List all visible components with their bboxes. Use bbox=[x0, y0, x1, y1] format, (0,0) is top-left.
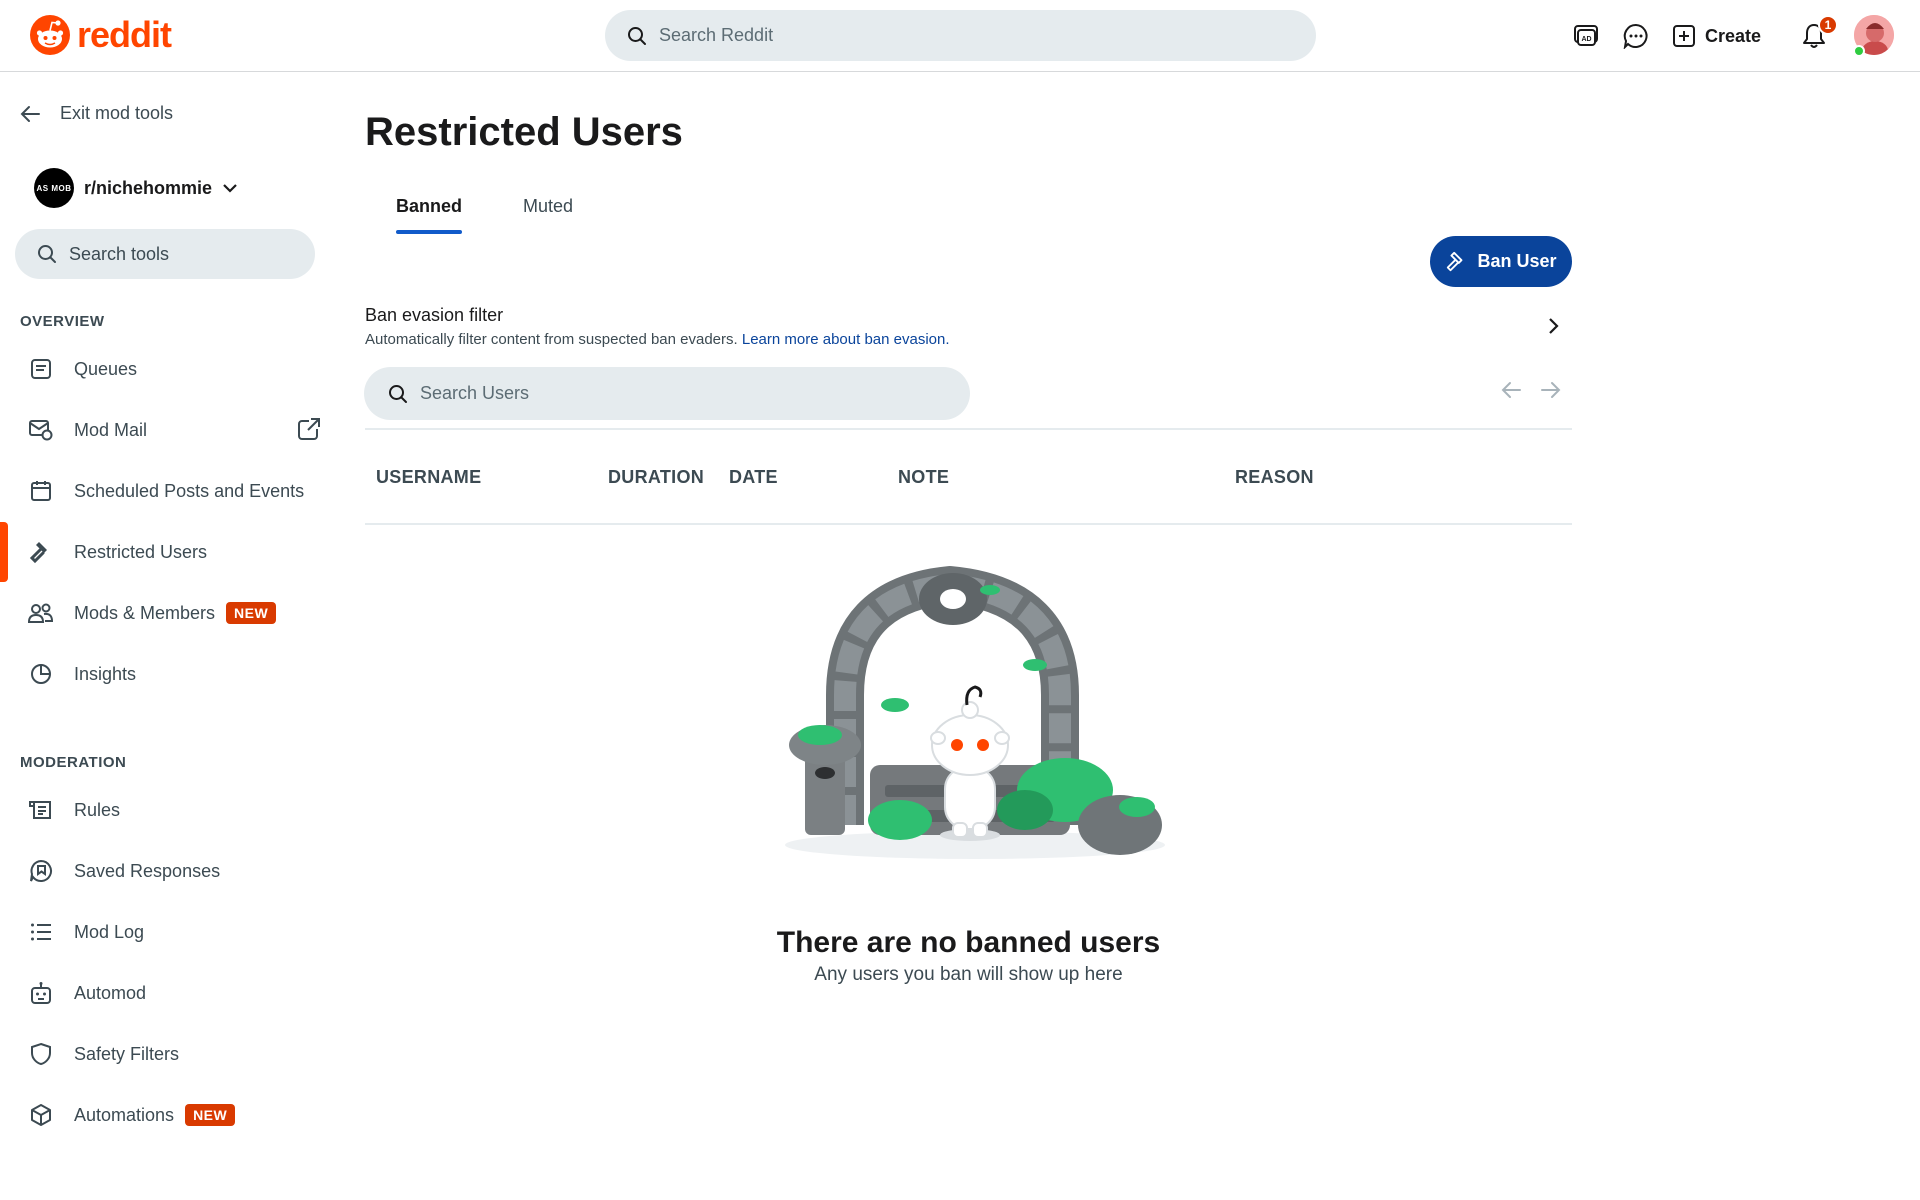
search-icon bbox=[389, 384, 407, 403]
previous-page-arrow-icon[interactable] bbox=[1497, 376, 1525, 404]
tab-muted[interactable]: Muted bbox=[523, 196, 573, 217]
chevron-down-icon bbox=[223, 184, 237, 193]
advertise-icon[interactable]: AD bbox=[1570, 20, 1602, 52]
new-badge: NEW bbox=[226, 602, 277, 624]
sidebar-item-automations[interactable]: Automations NEW bbox=[0, 1085, 345, 1145]
cube-icon bbox=[28, 1102, 54, 1128]
empty-state-illustration bbox=[785, 566, 1165, 859]
sidebar-item-label: Automations bbox=[74, 1104, 175, 1125]
exit-mod-tools-link[interactable]: Exit mod tools bbox=[20, 103, 173, 124]
column-header-date: DATE bbox=[729, 467, 778, 487]
top-header: reddit AD Create 1 bbox=[0, 0, 1920, 72]
sidebar-item-mod-log[interactable]: Mod Log bbox=[0, 902, 345, 962]
search-users-input[interactable] bbox=[420, 383, 940, 404]
rules-icon bbox=[28, 797, 54, 823]
table-top-divider bbox=[365, 428, 1572, 430]
sidebar-item-label: Saved Responses bbox=[74, 860, 221, 881]
sidebar-item-label: Mod Log bbox=[74, 921, 145, 942]
page-title: Restricted Users bbox=[365, 110, 683, 154]
column-header-reason: REASON bbox=[1235, 467, 1314, 487]
robot-icon bbox=[28, 980, 54, 1006]
hammer-icon bbox=[1447, 251, 1463, 271]
sidebar-item-queues[interactable]: Queues bbox=[0, 339, 345, 399]
search-tools-input[interactable] bbox=[69, 243, 299, 265]
learn-more-ban-evasion-link[interactable]: Learn more about ban evasion. bbox=[742, 331, 950, 348]
notification-count-badge: 1 bbox=[1818, 15, 1838, 35]
column-header-username: USERNAME bbox=[376, 467, 482, 487]
arrow-left-icon bbox=[20, 105, 40, 122]
sidebar-item-safety-filters[interactable]: Safety Filters bbox=[0, 1024, 345, 1084]
search-icon bbox=[628, 26, 646, 45]
sidebar-item-label: Mod Mail bbox=[74, 419, 148, 440]
ban-evasion-filter-row[interactable]: Ban evasion filter Automatically filter … bbox=[365, 305, 1572, 355]
list-icon bbox=[28, 919, 54, 945]
global-search-input[interactable] bbox=[659, 25, 1259, 46]
sidebar-item-label: Rules bbox=[74, 799, 121, 820]
members-icon bbox=[28, 600, 54, 626]
active-indicator bbox=[0, 522, 8, 582]
calendar-icon bbox=[28, 478, 54, 504]
community-switcher[interactable]: AS MOB r/nichehommie bbox=[34, 168, 238, 208]
overview-section-label: OVERVIEW bbox=[20, 313, 105, 330]
chevron-right-icon bbox=[1549, 318, 1559, 334]
modmail-icon bbox=[28, 417, 54, 443]
sidebar-item-label: Restricted Users bbox=[74, 541, 208, 562]
logo-wordmark: reddit bbox=[77, 14, 172, 55]
create-label: Create bbox=[1705, 25, 1762, 46]
sidebar-item-saved-responses[interactable]: Saved Responses bbox=[0, 841, 345, 901]
empty-state-title: There are no banned users bbox=[776, 926, 1161, 959]
ban-user-button[interactable]: Ban User bbox=[1430, 236, 1572, 287]
sidebar-item-rules[interactable]: Rules bbox=[0, 780, 345, 840]
empty-state-subtitle: Any users you ban will show up here bbox=[814, 964, 1123, 985]
tab-banned[interactable]: Banned bbox=[396, 196, 462, 217]
sidebar-item-label: Mods & Members bbox=[74, 602, 216, 623]
shield-icon bbox=[28, 1041, 54, 1067]
external-link-icon[interactable] bbox=[297, 417, 321, 446]
moderation-section-label: MODERATION bbox=[20, 754, 127, 771]
exit-mod-tools-label: Exit mod tools bbox=[60, 103, 174, 123]
mod-sidebar: Exit mod tools AS MOB r/nichehommie OVER… bbox=[0, 73, 345, 1200]
search-icon bbox=[38, 245, 56, 263]
active-tab-underline bbox=[396, 230, 462, 234]
saved-responses-icon bbox=[28, 858, 54, 884]
sidebar-item-mods-members[interactable]: Mods & Members NEW bbox=[0, 583, 345, 643]
ban-evasion-title: Ban evasion filter bbox=[365, 305, 504, 325]
create-plus-icon bbox=[1673, 25, 1695, 47]
create-button[interactable]: Create bbox=[1673, 16, 1761, 56]
new-badge: NEW bbox=[185, 1104, 236, 1126]
insights-icon bbox=[28, 661, 54, 687]
sidebar-item-restricted-users[interactable]: Restricted Users bbox=[0, 522, 345, 582]
next-page-arrow-icon[interactable] bbox=[1537, 376, 1565, 404]
sidebar-item-insights[interactable]: Insights bbox=[0, 644, 345, 704]
global-search-bar[interactable] bbox=[605, 10, 1316, 61]
sidebar-item-scheduled-posts[interactable]: Scheduled Posts and Events bbox=[0, 461, 345, 521]
queue-icon bbox=[28, 356, 54, 382]
ban-user-label: Ban User bbox=[1477, 251, 1557, 271]
table-header-divider bbox=[365, 523, 1572, 525]
snoo-logo-icon bbox=[30, 15, 70, 55]
column-header-duration: DURATION bbox=[608, 467, 705, 487]
reddit-logo[interactable]: reddit bbox=[29, 14, 172, 56]
sidebar-item-label: Insights bbox=[74, 663, 137, 684]
column-header-note: NOTE bbox=[898, 467, 950, 487]
sidebar-item-label: Queues bbox=[74, 358, 138, 379]
sidebar-item-automod[interactable]: Automod bbox=[0, 963, 345, 1023]
hammer-icon bbox=[28, 539, 54, 565]
sidebar-item-label: Scheduled Posts and Events bbox=[74, 480, 305, 501]
sidebar-item-label: Automod bbox=[74, 982, 147, 1003]
chat-icon[interactable] bbox=[1620, 20, 1652, 52]
sidebar-item-label: Safety Filters bbox=[74, 1043, 180, 1064]
community-name: r/nichehommie bbox=[84, 177, 213, 198]
ban-evasion-description: Automatically filter content from suspec… bbox=[365, 331, 1572, 348]
search-tools-bar[interactable] bbox=[15, 229, 315, 279]
svg-text:AD: AD bbox=[1581, 36, 1591, 43]
sidebar-item-mod-mail[interactable]: Mod Mail bbox=[0, 400, 345, 460]
ban-evasion-desc-text: Automatically filter content from suspec… bbox=[365, 331, 738, 348]
search-users-bar[interactable] bbox=[364, 367, 970, 420]
community-avatar: AS MOB bbox=[34, 168, 74, 208]
online-status-dot bbox=[1853, 45, 1865, 57]
